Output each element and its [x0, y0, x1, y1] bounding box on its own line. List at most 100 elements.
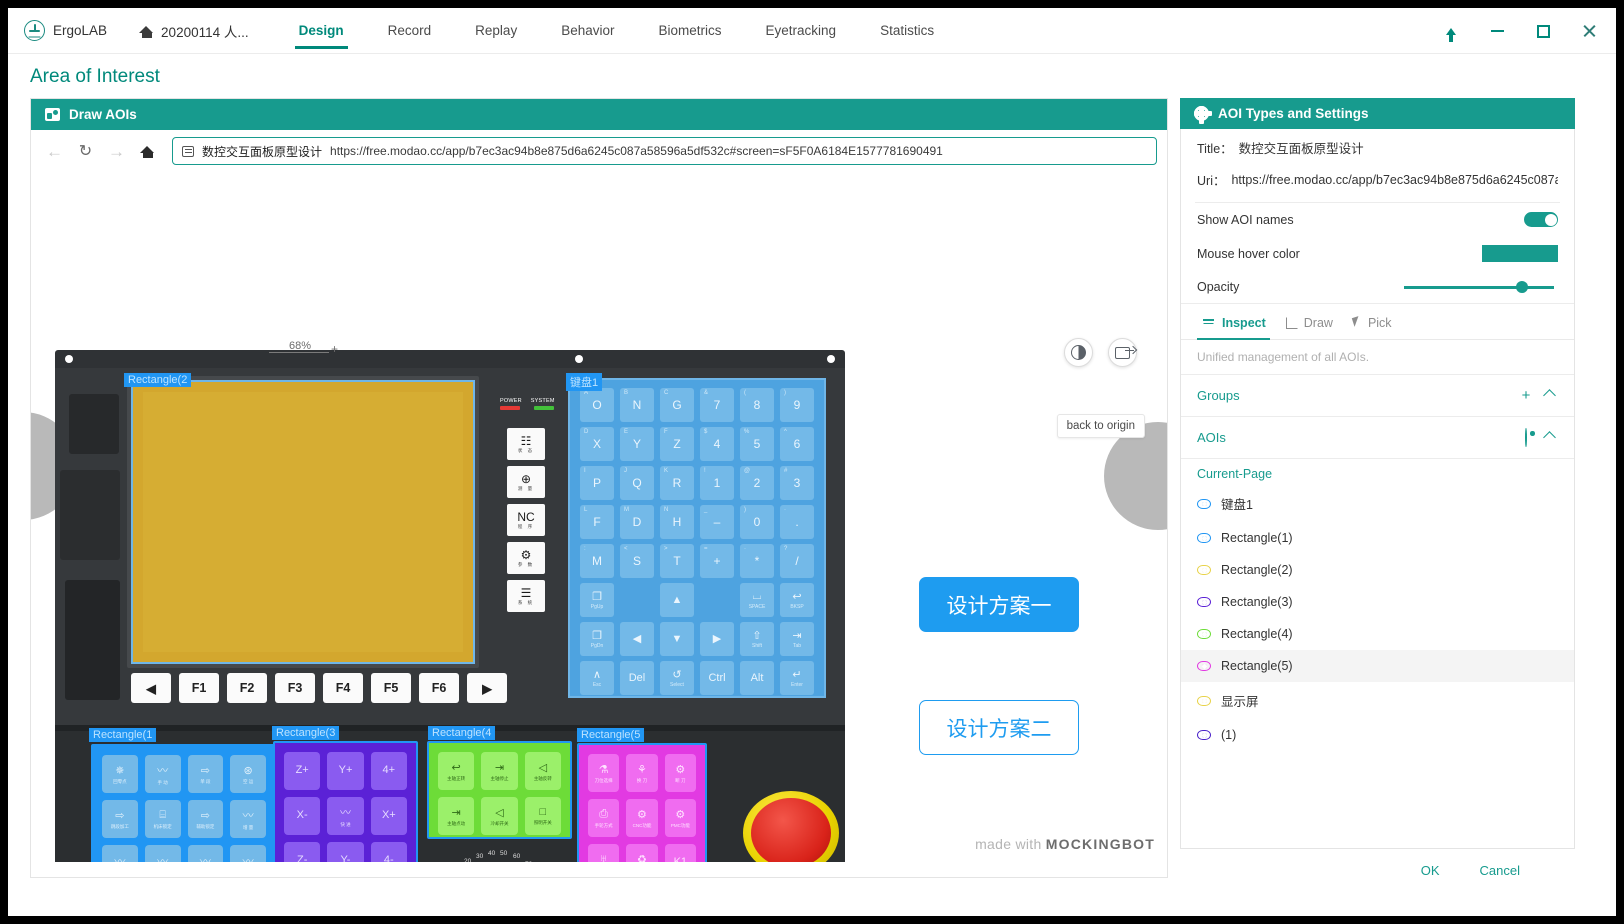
- keyboard-key[interactable]: BN: [620, 388, 654, 422]
- pad-key[interactable]: ⚙ CNC功能: [626, 799, 658, 837]
- minimize-button[interactable]: [1474, 8, 1520, 54]
- keyboard-key[interactable]: AO: [580, 388, 614, 422]
- pad-key[interactable]: Z+: [284, 752, 321, 790]
- keyboard-key[interactable]: @2: [740, 466, 774, 500]
- pad-key[interactable]: ⎙ 手轮方式: [588, 799, 620, 837]
- pad-key[interactable]: X+: [370, 797, 407, 835]
- pad-key[interactable]: ◁ 主轴反转: [524, 752, 561, 790]
- keyboard-key[interactable]: ❐ PgDn: [580, 622, 614, 656]
- pad-key[interactable]: 4-: [370, 842, 407, 862]
- tab-replay[interactable]: Replay: [453, 8, 539, 54]
- fkey-next[interactable]: ▶: [467, 673, 507, 703]
- close-button[interactable]: [1566, 8, 1612, 54]
- opacity-slider[interactable]: [1404, 281, 1554, 293]
- keyboard-key[interactable]: ❐ PgUp: [580, 583, 614, 617]
- eye-icon[interactable]: [1197, 695, 1211, 706]
- keyboard-key[interactable]: ↩ BKSP: [780, 583, 814, 617]
- pad-key[interactable]: ⌸ 机床锁定: [144, 800, 181, 838]
- pad-key[interactable]: Y+: [327, 752, 364, 790]
- eye-icon[interactable]: [1197, 533, 1211, 543]
- show-aoi-names-toggle[interactable]: [1524, 212, 1558, 227]
- side-button-program[interactable]: NC 程 序: [507, 504, 545, 536]
- keyboard-key[interactable]: FZ: [660, 427, 694, 461]
- add-group-icon[interactable]: +: [1515, 387, 1537, 404]
- eye-icon[interactable]: [1197, 629, 1211, 639]
- fkey-f3[interactable]: F3: [275, 673, 315, 703]
- back-to-origin-button[interactable]: back to origin: [1056, 414, 1145, 438]
- pad-key[interactable]: ⚙ PMC功能: [664, 799, 696, 837]
- reload-button[interactable]: ↻: [72, 138, 99, 165]
- pad-key[interactable]: □ 照明开关: [524, 797, 561, 835]
- pad-key[interactable]: ⚙ 断 刀: [664, 754, 696, 792]
- tab-inspect[interactable]: Inspect: [1197, 310, 1280, 340]
- zoom-slider-track[interactable]: [269, 352, 329, 353]
- keyboard-key[interactable]: > T: [660, 544, 694, 578]
- keyboard-key[interactable]: NH: [660, 505, 694, 539]
- aoi-rectangle-4[interactable]: ↩ 主轴正转 ⇥ 主轴停止 ◁ 主轴反转 ⇥ 主轴点动 ◁ 冷却开关 □ 照明开关: [427, 741, 572, 839]
- chevron-up-icon[interactable]: [1543, 389, 1556, 402]
- forward-button[interactable]: →: [103, 138, 130, 165]
- pad-key[interactable]: ◁ 冷却开关: [481, 797, 518, 835]
- keyboard-key[interactable]: [620, 583, 654, 617]
- keyboard-key[interactable]: KR: [660, 466, 694, 500]
- project-breadcrumb[interactable]: 20200114 人...: [139, 21, 249, 41]
- keyboard-key[interactable]: _ –: [700, 505, 734, 539]
- address-bar[interactable]: 数控交互面板原型设计 https://free.modao.cc/app/b7e…: [172, 137, 1157, 165]
- pad-key[interactable]: 〰X1: [102, 845, 138, 862]
- keyboard-key[interactable]: ⌴ SPACE: [740, 583, 774, 617]
- ok-button[interactable]: OK: [1421, 863, 1440, 878]
- keyboard-key[interactable]: #3: [780, 466, 814, 500]
- keyboard-key[interactable]: LF: [580, 505, 614, 539]
- keyboard-key[interactable]: % 5: [740, 427, 774, 461]
- pad-key[interactable]: 〰X1000: [230, 845, 266, 862]
- keyboard-key[interactable]: ↺ Select: [660, 661, 694, 695]
- keyboard-key[interactable]: $4: [700, 427, 734, 461]
- home-button[interactable]: [134, 138, 161, 165]
- tab-statistics[interactable]: Statistics: [858, 8, 956, 54]
- aoi-list-item[interactable]: Rectangle(2): [1181, 554, 1574, 586]
- aoi-list-item[interactable]: Rectangle(4): [1181, 618, 1574, 650]
- keyboard-key[interactable]: JQ: [620, 466, 654, 500]
- fkey-f6[interactable]: F6: [419, 673, 459, 703]
- side-button-measure[interactable]: ⊕ 测 量: [507, 466, 545, 498]
- pad-key[interactable]: 〰手 动: [144, 755, 181, 793]
- fkey-prev[interactable]: ◀: [131, 673, 171, 703]
- keyboard-key[interactable]: DX: [580, 427, 614, 461]
- pad-key[interactable]: ⇨ 辅助锁定: [187, 800, 224, 838]
- pad-key[interactable]: ✵ 回零点: [102, 755, 138, 793]
- side-button-status[interactable]: ☷ 状 态: [507, 428, 545, 460]
- keyboard-key[interactable]: ◀: [620, 622, 654, 656]
- keyboard-key[interactable]: Del: [620, 661, 654, 695]
- back-button[interactable]: ←: [41, 138, 68, 165]
- tab-draw[interactable]: Draw: [1280, 310, 1347, 339]
- pad-key[interactable]: X-: [284, 797, 321, 835]
- tab-behavior[interactable]: Behavior: [539, 8, 636, 54]
- aoi-rectangle-3[interactable]: Z+Y+4+X-〰快 进X+Z-Y-4-‖进给保持▶循环启动〰主 轴: [273, 741, 418, 862]
- pad-key[interactable]: ♅排屑开关: [588, 844, 620, 862]
- keyboard-key[interactable]: ▶: [700, 622, 734, 656]
- tab-biometrics[interactable]: Biometrics: [637, 8, 744, 54]
- scheme-button-one[interactable]: 设计方案一: [919, 577, 1079, 632]
- contrast-button[interactable]: [1064, 338, 1093, 367]
- eye-icon[interactable]: [1197, 661, 1211, 671]
- keyboard-key[interactable]: (8: [740, 388, 774, 422]
- tab-design[interactable]: Design: [277, 8, 366, 54]
- emergency-stop-button[interactable]: EMERGENCY STOP: [743, 791, 839, 862]
- cancel-button[interactable]: Cancel: [1480, 863, 1520, 878]
- keyboard-key[interactable]: :M: [580, 544, 614, 578]
- scheme-button-two[interactable]: 设计方案二: [919, 700, 1079, 755]
- pad-key[interactable]: ↩ 主轴正转: [438, 752, 475, 790]
- chevron-up-icon[interactable]: [1543, 431, 1556, 444]
- keyboard-key[interactable]: Alt: [740, 661, 774, 695]
- pad-key[interactable]: 〰快 进: [327, 797, 364, 835]
- fkey-f4[interactable]: F4: [323, 673, 363, 703]
- keyboard-aoi[interactable]: A O B N C G & 7(8) 9 D X E Y F Z $4% 5 ^ 6 I P J Q K R! 1 @2 #3 L F M D…: [568, 378, 826, 698]
- eye-icon[interactable]: [1197, 597, 1211, 607]
- side-button-system[interactable]: ☰ 系 统: [507, 580, 545, 612]
- fkey-f2[interactable]: F2: [227, 673, 267, 703]
- upload-button[interactable]: [1428, 8, 1474, 54]
- keyboard-key[interactable]: EY: [620, 427, 654, 461]
- keyboard-key[interactable]: ! 1: [700, 466, 734, 500]
- pad-key[interactable]: ⇨ 单 段: [187, 755, 224, 793]
- pad-key[interactable]: ⊛ 空 运: [230, 755, 266, 793]
